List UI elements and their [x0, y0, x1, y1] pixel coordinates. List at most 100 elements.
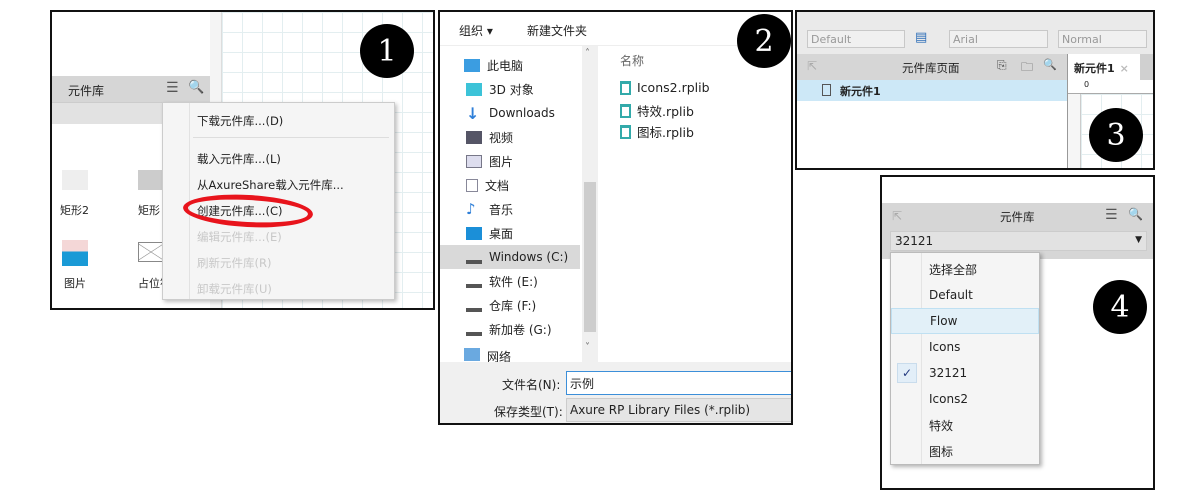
widget-rect-thumb[interactable] — [138, 170, 164, 190]
nav-label: Windows (C:) — [489, 250, 569, 264]
drive-icon — [466, 323, 482, 336]
option-effects[interactable]: 特效 — [891, 412, 1039, 438]
format-painter-icon[interactable]: ▤ — [915, 30, 927, 45]
placeholder-icon[interactable] — [138, 242, 164, 262]
search-icon[interactable]: 🔍 — [188, 80, 204, 95]
style-select[interactable]: Default — [807, 30, 905, 48]
filetype-select[interactable]: Axure RP Library Files (*.rplib) — [566, 398, 791, 422]
step-badge: 3 — [1089, 108, 1143, 162]
menu-unload-library: 卸载元件库(U) — [197, 282, 272, 296]
chevron-down-icon: ▼ — [1135, 235, 1142, 245]
library-dropdown-list: 选择全部 Default Flow Icons ✓ 32121 Icons2 特效… — [890, 252, 1040, 465]
page-item[interactable]: 新元件1 — [797, 80, 1067, 101]
scroll-up-icon[interactable]: ˄ — [585, 48, 590, 59]
weight-select[interactable]: Normal — [1058, 30, 1147, 48]
nav-label: 视频 — [489, 130, 514, 145]
scroll-down-icon[interactable]: ˅ — [585, 342, 590, 353]
nav-drive-f[interactable]: 仓库 (F:) — [440, 293, 580, 317]
nav-drive-e[interactable]: 软件 (E:) — [440, 269, 580, 293]
menu-load-from-axureshare[interactable]: 从AxureShare载入元件库... — [197, 177, 344, 193]
nav-documents[interactable]: 文档 — [440, 173, 580, 197]
file-item[interactable]: 图标.rplib — [620, 122, 694, 141]
font-select[interactable]: Arial — [949, 30, 1048, 48]
ruler: 0 — [1068, 80, 1153, 94]
close-icon[interactable]: × — [1120, 62, 1129, 75]
red-highlight-circle — [182, 191, 314, 231]
nav-desktop[interactable]: 桌面 — [440, 221, 580, 245]
option-32121[interactable]: ✓ 32121 — [891, 360, 1039, 386]
file-name: 特效.rplib — [637, 104, 694, 119]
network-icon — [464, 348, 480, 361]
drive-icon — [466, 251, 482, 264]
nav-drive-g[interactable]: 新加卷 (G:) — [440, 317, 580, 341]
checkmark-icon: ✓ — [897, 363, 917, 383]
search-icon[interactable]: 🔍 — [1128, 207, 1143, 221]
option-icons[interactable]: Icons — [891, 334, 1039, 360]
menu-icon[interactable]: ☰ — [1105, 207, 1118, 223]
add-folder-icon[interactable]: 🗀 — [1021, 58, 1033, 79]
panel-library-pages: Default ▤ Arial Normal ⇱ 元件库页面 ⎘ 🗀 🔍 新元件… — [795, 10, 1155, 170]
option-flow[interactable]: Flow — [891, 308, 1039, 334]
nav-videos[interactable]: 视频 — [440, 125, 580, 149]
add-page-icon[interactable]: ⎘ — [997, 58, 1007, 73]
library-title: 元件库 — [68, 84, 105, 98]
tab-label: 新元件1 — [1074, 62, 1115, 75]
library-title: 元件库 — [1000, 210, 1035, 224]
file-item[interactable]: 特效.rplib — [620, 101, 694, 120]
nav-this-pc[interactable]: 此电脑 — [440, 53, 580, 77]
nav-downloads[interactable]: ↓ Downloads — [440, 101, 580, 125]
filename-label: 文件名(N): — [502, 378, 561, 392]
new-folder-button[interactable]: 新建文件夹 — [527, 22, 587, 39]
column-header-name[interactable]: 名称 — [620, 52, 644, 69]
nav-label: 图片 — [489, 154, 514, 169]
nav-music[interactable]: ♪ 音乐 — [440, 197, 580, 221]
image-icon[interactable] — [62, 240, 88, 266]
widget-label: 矩形2 — [60, 204, 89, 217]
collapse-icon[interactable]: ⇱ — [892, 209, 902, 223]
option-label: 选择全部 — [929, 262, 978, 277]
video-icon — [466, 130, 482, 144]
filename-input[interactable]: 示例 — [566, 371, 791, 395]
panel-library-menu: 元件库 ☰ 🔍 矩形2 矩形 图片 占位符 下载元件库...(D) 载入元件库.… — [50, 10, 435, 310]
step-badge: 4 — [1093, 280, 1147, 334]
option-label: 32121 — [929, 366, 968, 380]
option-icons2[interactable]: Icons2 — [891, 386, 1039, 412]
nav-scrollbar[interactable]: ˄ ˅ — [582, 46, 598, 362]
rplib-file-icon — [620, 80, 631, 95]
nav-label: 音乐 — [489, 202, 514, 217]
menu-icon[interactable]: ☰ — [166, 80, 179, 96]
menu-load-library[interactable]: 载入元件库...(L) — [197, 151, 281, 167]
scroll-thumb[interactable] — [584, 182, 596, 332]
tab-new-widget[interactable]: 新元件1 × — [1068, 54, 1140, 80]
computer-icon — [464, 58, 480, 72]
document-icon — [466, 178, 478, 192]
ruler — [1068, 94, 1081, 168]
menu-edit-library: 编辑元件库...(E) — [197, 230, 282, 244]
drive-icon — [466, 299, 482, 312]
nav-3d[interactable]: 3D 对象 — [440, 77, 580, 101]
option-icons-cn[interactable]: 图标 — [891, 438, 1039, 464]
nav-pictures[interactable]: 图片 — [440, 149, 580, 173]
file-name: Icons2.rplib — [637, 80, 710, 95]
collapse-icon[interactable]: ⇱ — [807, 59, 817, 73]
option-label: 特效 — [929, 418, 954, 433]
file-item[interactable]: Icons2.rplib — [620, 80, 710, 95]
menu-download-library[interactable]: 下载元件库...(D) — [197, 113, 283, 129]
organize-button[interactable]: 组织 ▾ — [459, 22, 493, 39]
filetype-label: 保存类型(T): — [494, 405, 563, 419]
step-badge: 2 — [737, 14, 791, 68]
option-select-all[interactable]: 选择全部 — [891, 256, 1039, 282]
option-default[interactable]: Default — [891, 282, 1039, 308]
pictures-icon — [466, 154, 482, 168]
panel-library-dropdown: ⇱ 元件库 ☰ 🔍 32121 ▼ 选择全部 Default Flow Icon… — [880, 175, 1155, 490]
nav-network[interactable]: 网络 — [440, 348, 580, 362]
search-icon[interactable]: 🔍 — [1043, 58, 1057, 71]
widget-rect2-thumb[interactable] — [62, 170, 88, 190]
nav-label: 桌面 — [489, 226, 514, 241]
nav-drive-c[interactable]: Windows (C:) — [440, 245, 580, 269]
desktop-icon — [466, 226, 482, 240]
nav-label: Downloads — [489, 106, 555, 120]
music-icon: ♪ — [466, 199, 476, 218]
library-select[interactable]: 32121 ▼ — [890, 231, 1147, 251]
nav-label: 仓库 (F:) — [489, 298, 537, 313]
